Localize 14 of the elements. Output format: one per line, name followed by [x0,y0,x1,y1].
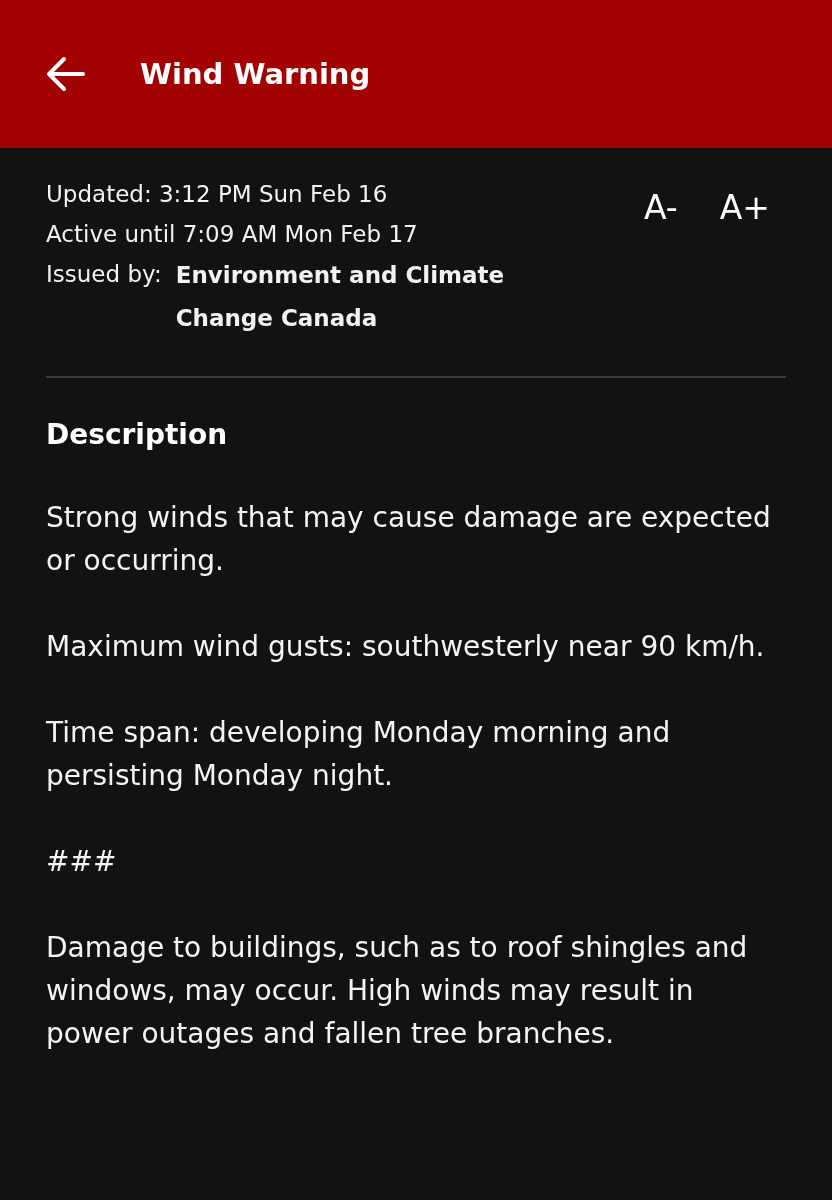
decrease-font-button[interactable]: A- [638,188,684,227]
description-paragraph: ### [46,844,118,880]
description-paragraph: Time span: developing Monday morning and persisting Monday night. [46,715,672,794]
increase-font-button[interactable]: A+ [713,188,776,227]
description-paragraph: Maximum wind gusts: southwesterly near 90 km/h. [46,629,766,665]
updated-time: Updated: 3:12 PM Sun Feb 16 [46,180,389,209]
section-heading: Description [46,418,229,451]
description-paragraph: Damage to buildings, such as to roof shingles and windows, may occur. High winds may result in power outages and fallen tree branches. [46,930,749,1052]
issued-by-label: Issued by: [46,260,162,289]
screen-title: Wind Warning [140,57,371,91]
description-paragraph: Strong winds that may cause damage are expected or occurring. [46,500,772,579]
back-arrow-icon[interactable] [45,54,85,94]
issuer-name: Environment and Climate Change Canada [175,261,506,333]
active-until-time: Active until 7:09 AM Mon Feb 17 [46,220,419,249]
